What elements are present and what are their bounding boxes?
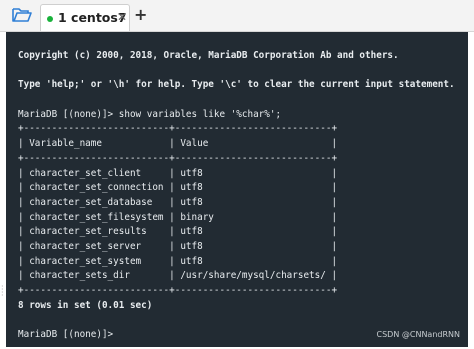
terminal-panel[interactable]: Copyright (c) 2000, 2018, Oracle, MariaD… xyxy=(6,32,468,347)
folder-open-icon[interactable] xyxy=(11,5,33,25)
add-tab-button[interactable]: + xyxy=(134,5,147,25)
terminal-line: | character_set_server | utf8 | xyxy=(18,240,338,252)
terminal-line: | character_set_database | utf8 | xyxy=(18,196,338,208)
terminal-line: Copyright (c) 2000, 2018, Oracle, MariaD… xyxy=(18,50,399,61)
terminal-line: | character_set_system | utf8 | xyxy=(18,255,338,267)
terminal-line: +--------------------------+------------… xyxy=(18,152,338,164)
terminal-line: 8 rows in set (0.01 sec) xyxy=(18,299,153,311)
close-icon[interactable]: ✕ xyxy=(117,10,127,24)
terminal-line: +--------------------------+------------… xyxy=(18,123,338,135)
terminal-output: Copyright (c) 2000, 2018, Oracle, MariaD… xyxy=(18,49,455,343)
resize-grip-icon[interactable]: · · · · xyxy=(1,283,4,300)
terminal-line: +--------------------------+------------… xyxy=(18,285,338,296)
terminal-line: | Variable_name | Value | xyxy=(18,138,338,150)
terminal-line: | character_set_client | utf8 | xyxy=(18,167,338,179)
terminal-line: | character_set_results | utf8 | xyxy=(18,226,338,238)
terminal-line: | character_set_connection | utf8 | xyxy=(18,182,338,194)
connection-status-dot xyxy=(47,16,53,22)
tab-bar: 1 centos7 ✕ + xyxy=(0,0,474,32)
watermark: CSDN @CNNandRNN xyxy=(376,330,460,339)
terminal-line: | character_set_filesystem | binary | xyxy=(18,211,338,223)
terminal-line: | character_sets_dir | /usr/share/mysql/… xyxy=(18,270,338,282)
tab-centos7[interactable]: 1 centos7 ✕ xyxy=(40,4,130,31)
terminal-line: Type 'help;' or '\h' for help. Type '\c'… xyxy=(18,79,455,91)
terminal-line: MariaDB [(none)]> show variables like '%… xyxy=(18,108,282,120)
